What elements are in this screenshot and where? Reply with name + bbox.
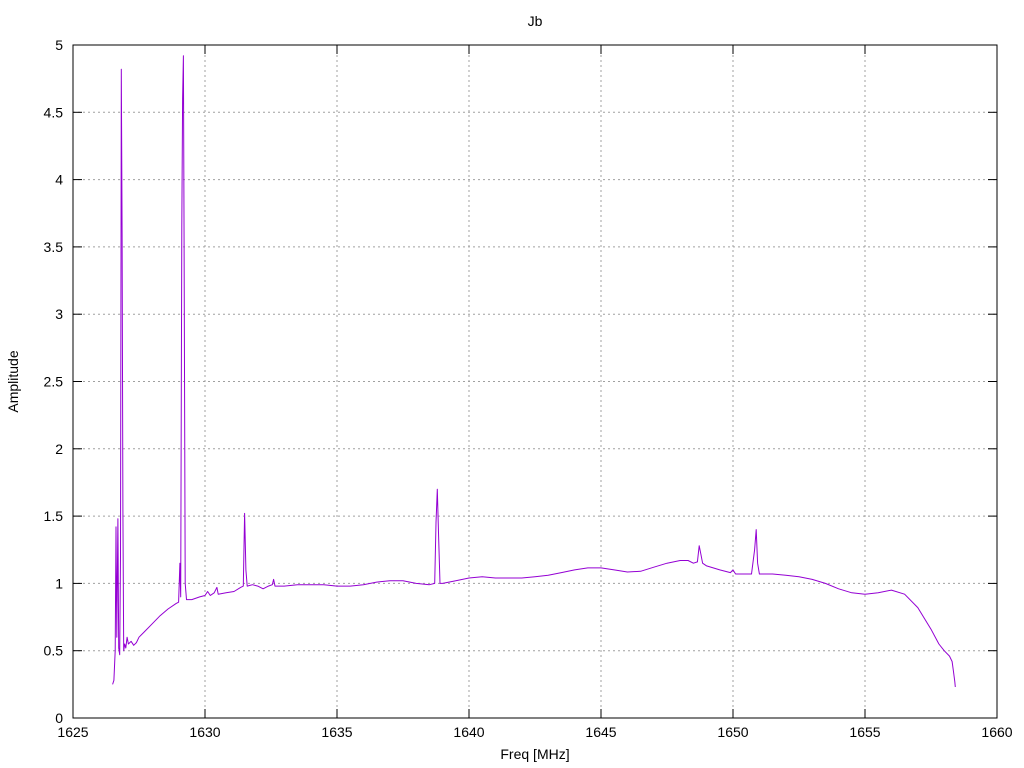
x-tick-label: 1625 [57, 724, 88, 740]
y-tick-label: 1.5 [44, 508, 64, 524]
x-tick-label: 1645 [585, 724, 616, 740]
y-tick-labels: 0 0.5 1 1.5 2 2.5 3 3.5 4 4.5 5 [44, 37, 64, 726]
x-tick-label: 1655 [849, 724, 880, 740]
y-tick-label: 5 [55, 37, 63, 53]
y-tick-label: 1 [55, 575, 63, 591]
y-tick-label: 4.5 [44, 104, 64, 120]
y-tick-label: 3 [55, 306, 63, 322]
y-tick-label: 0.5 [44, 643, 64, 659]
series-layer [112, 55, 956, 688]
y-tick-label: 3.5 [44, 239, 64, 255]
y-axis-label: Amplitude [5, 350, 21, 412]
y-tick-label: 2.5 [44, 374, 64, 390]
chart-title: Jb [528, 13, 543, 29]
y-tick-label: 4 [55, 172, 63, 188]
series-line [112, 55, 956, 688]
x-tick-label: 1660 [981, 724, 1012, 740]
chart-canvas: 1625 1630 1635 1640 1645 1650 1655 1660 0 0.5 1 1.… [5, 13, 1013, 762]
x-axis-label: Freq [MHz] [500, 746, 569, 762]
x-tick-labels: 1625 1630 1635 1640 1645 1650 1655 1660 [57, 724, 1012, 740]
y-tick-label: 0 [55, 710, 63, 726]
x-tick-label: 1635 [321, 724, 352, 740]
y-tick-label: 2 [55, 441, 63, 457]
grid-lines [73, 45, 997, 718]
x-tick-label: 1650 [717, 724, 748, 740]
x-tick-label: 1640 [453, 724, 484, 740]
x-tick-label: 1630 [189, 724, 220, 740]
